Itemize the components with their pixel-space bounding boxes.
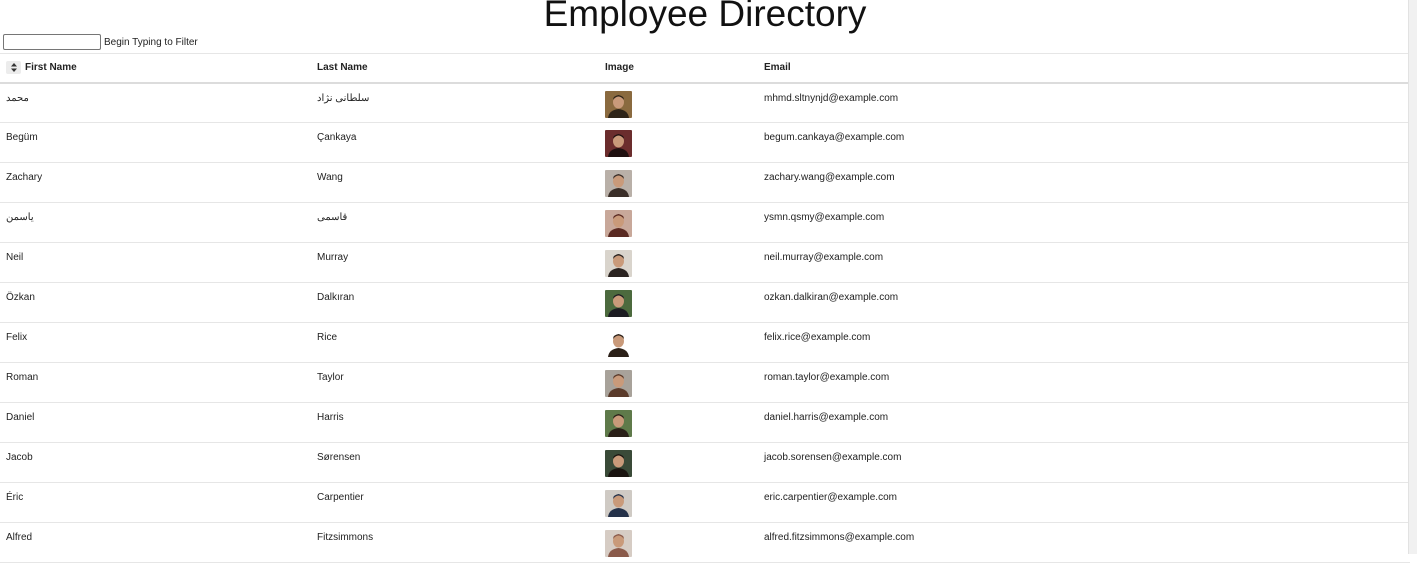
email-cell: ozkan.dalkiran@example.com bbox=[764, 292, 899, 303]
image-cell bbox=[599, 163, 758, 203]
last-name-cell: Rice bbox=[317, 332, 338, 343]
employee-photo bbox=[605, 530, 632, 557]
table-row: Roman Taylor roman.taylor@example.com bbox=[0, 363, 1410, 403]
image-cell bbox=[599, 483, 758, 523]
first-name-cell: Éric bbox=[6, 492, 24, 503]
image-cell bbox=[599, 363, 758, 403]
image-cell bbox=[599, 403, 758, 443]
image-cell bbox=[599, 443, 758, 483]
first-name-cell: Roman bbox=[6, 372, 39, 383]
employee-photo bbox=[605, 90, 632, 118]
header-first-name-label: First Name bbox=[25, 61, 77, 73]
image-cell bbox=[599, 243, 758, 283]
page-title: Employee Directory bbox=[543, 0, 867, 34]
sort-updown-icon[interactable] bbox=[6, 60, 21, 74]
filter-label: Begin Typing to Filter bbox=[104, 36, 198, 48]
employee-photo bbox=[605, 490, 632, 517]
last-name-cell: Fitzsimmons bbox=[317, 532, 374, 543]
header-last-name-label: Last Name bbox=[317, 62, 368, 74]
last-name-cell: قاسمی bbox=[317, 212, 348, 223]
header-first-name[interactable]: First Name bbox=[0, 54, 311, 83]
header-row: First Name Last Name Image Email bbox=[0, 53, 1410, 83]
last-name-cell: سلطانی نژاد bbox=[317, 92, 370, 104]
image-cell bbox=[599, 323, 758, 363]
table-row: Neil Murray neil.murray@example.com bbox=[0, 243, 1410, 283]
employee-photo bbox=[605, 130, 632, 157]
table-row: محمد سلطانی نژاد mhmd.sltnynjd@example.com bbox=[0, 83, 1410, 123]
email-cell: alfred.fitzsimmons@example.com bbox=[764, 532, 915, 543]
email-cell: begum.cankaya@example.com bbox=[764, 132, 905, 143]
first-name-cell: Begüm bbox=[6, 132, 38, 143]
first-name-cell: یاسمن bbox=[6, 212, 34, 223]
image-cell bbox=[599, 203, 758, 243]
filter-bar: Begin Typing to Filter bbox=[3, 34, 198, 50]
table-row: Daniel Harris daniel.harris@example.com bbox=[0, 403, 1410, 443]
employee-photo bbox=[605, 450, 632, 477]
email-cell: neil.murray@example.com bbox=[764, 252, 884, 263]
table-row: Begüm Çankaya begum.cankaya@example.com bbox=[0, 123, 1410, 163]
header-email[interactable]: Email bbox=[758, 54, 1410, 83]
last-name-cell: Taylor bbox=[317, 372, 344, 383]
email-cell: felix.rice@example.com bbox=[764, 332, 871, 343]
table-row: Alfred Fitzsimmons alfred.fitzsimmons@exam… bbox=[0, 523, 1410, 563]
table-row: Jacob Sørensen jacob.sorensen@example.com bbox=[0, 443, 1410, 483]
first-name-cell: Alfred bbox=[6, 532, 33, 543]
filter-input[interactable] bbox=[3, 34, 101, 50]
employee-photo bbox=[605, 370, 632, 397]
email-cell: zachary.wang@example.com bbox=[764, 172, 895, 183]
table-row: Özkan Dalkıran ozkan.dalkiran@example.com bbox=[0, 283, 1410, 323]
employee-photo bbox=[605, 330, 632, 357]
table-header: First Name Last Name Image Email bbox=[0, 53, 1410, 83]
first-name-cell: Daniel bbox=[6, 412, 35, 423]
employee-photo bbox=[605, 250, 632, 277]
last-name-cell: Wang bbox=[317, 172, 343, 183]
table-row: یاسمن قاسمی ysmn.qsmy@example.com bbox=[0, 203, 1410, 243]
email-cell: eric.carpentier@example.com bbox=[764, 492, 897, 503]
email-cell: daniel.harris@example.com bbox=[764, 412, 889, 423]
employee-photo bbox=[605, 290, 632, 317]
first-name-cell: Neil bbox=[6, 252, 24, 263]
email-cell: ysmn.qsmy@example.com bbox=[764, 212, 885, 223]
employee-photo bbox=[605, 210, 632, 237]
first-name-cell: Felix bbox=[6, 332, 28, 343]
header-email-label: Email bbox=[764, 62, 791, 74]
last-name-cell: Harris bbox=[317, 412, 344, 423]
email-cell: roman.taylor@example.com bbox=[764, 372, 890, 383]
first-name-cell: Zachary bbox=[6, 172, 43, 183]
vertical-scrollbar[interactable] bbox=[1408, 0, 1417, 554]
table-row: Zachary Wang zachary.wang@example.com bbox=[0, 163, 1410, 203]
employee-photo bbox=[605, 170, 632, 197]
last-name-cell: Carpentier bbox=[317, 492, 364, 503]
image-cell bbox=[599, 523, 758, 563]
image-cell bbox=[599, 83, 758, 123]
last-name-cell: Murray bbox=[317, 252, 349, 263]
header-image-label: Image bbox=[605, 62, 634, 74]
first-name-cell: Jacob bbox=[6, 452, 33, 463]
email-cell: mhmd.sltnynjd@example.com bbox=[764, 92, 899, 104]
employee-table: First Name Last Name Image Email محمد سلط… bbox=[0, 53, 1410, 563]
first-name-cell: محمد bbox=[6, 92, 29, 104]
header-image[interactable]: Image bbox=[599, 54, 758, 83]
image-cell bbox=[599, 123, 758, 163]
first-name-cell: Özkan bbox=[6, 292, 35, 303]
email-cell: jacob.sorensen@example.com bbox=[764, 452, 902, 463]
header-last-name[interactable]: Last Name bbox=[311, 54, 599, 83]
image-cell bbox=[599, 283, 758, 323]
table-row: Felix Rice felix.rice@example.com bbox=[0, 323, 1410, 363]
last-name-cell: Sørensen bbox=[317, 452, 361, 463]
last-name-cell: Dalkıran bbox=[317, 292, 355, 303]
table-row: Éric Carpentier eric.carpentier@example.co… bbox=[0, 483, 1410, 523]
employee-photo bbox=[605, 410, 632, 437]
table-body: محمد سلطانی نژاد mhmd.sltnynjd@example.com… bbox=[0, 83, 1410, 563]
last-name-cell: Çankaya bbox=[317, 132, 357, 143]
